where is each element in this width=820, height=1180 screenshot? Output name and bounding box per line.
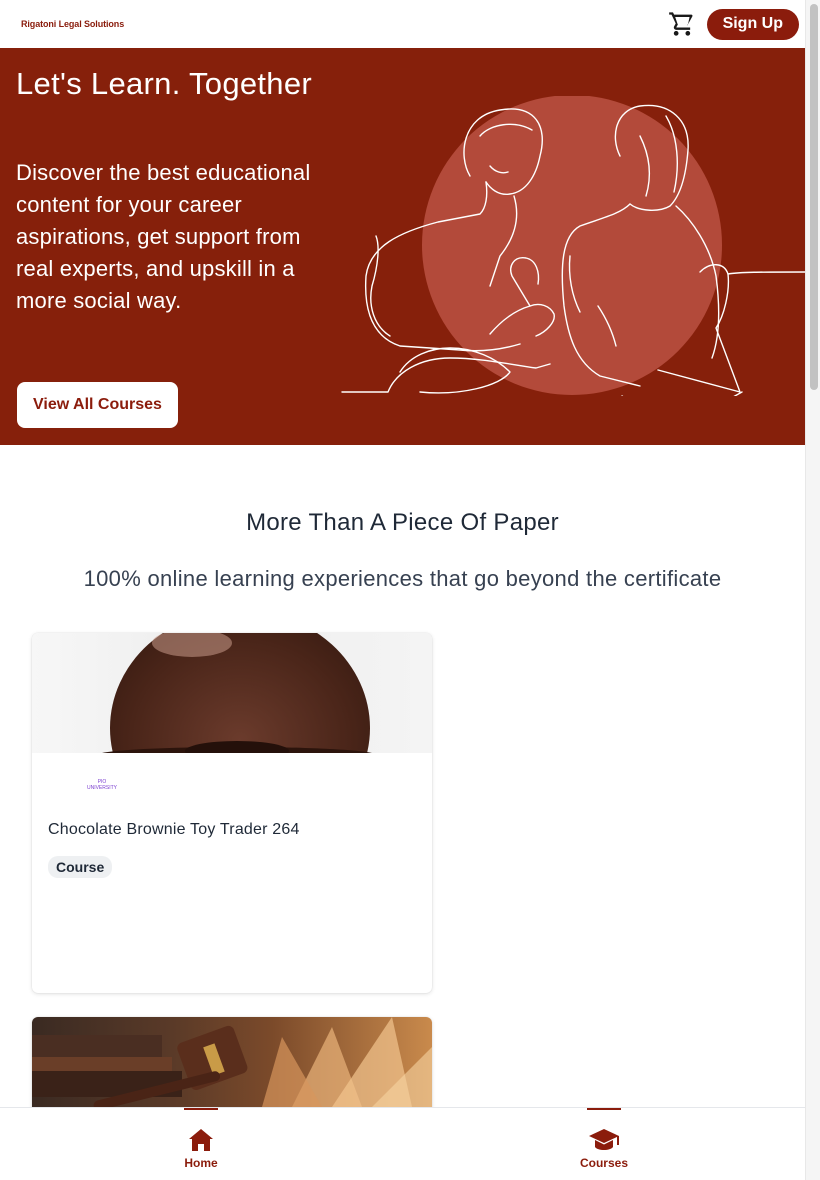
view-all-courses-button[interactable]: View All Courses: [17, 382, 178, 428]
hero-title: Let's Learn. Together: [16, 66, 313, 101]
top-header: Rigatoni Legal Solutions Sign Up: [0, 0, 805, 48]
scrollbar-thumb[interactable]: [810, 4, 818, 390]
home-icon: [185, 1126, 217, 1154]
course-type-badge: Course: [48, 856, 113, 878]
brand-logo[interactable]: Rigatoni Legal Solutions: [21, 19, 124, 29]
bottom-navigation: Home Courses: [0, 1107, 805, 1180]
hero-banner: Let's Learn. Together Discover the best …: [0, 48, 805, 445]
learners-illustration: [341, 96, 805, 396]
header-actions: Sign Up: [667, 8, 799, 40]
active-indicator: [587, 1108, 621, 1110]
provider-logo: PIO UNIVERSITY: [86, 779, 117, 791]
graduation-cap-icon: [588, 1126, 620, 1154]
brownie-illustration: [102, 633, 372, 753]
course-card[interactable]: PIO UNIVERSITY Chocolate Brownie Toy Tra…: [32, 633, 432, 993]
hero-description: Discover the best educational content fo…: [16, 160, 311, 313]
nav-label-home: Home: [184, 1156, 218, 1170]
nav-item-home[interactable]: Home: [141, 1108, 261, 1180]
page: Rigatoni Legal Solutions Sign Up Let's L…: [0, 0, 805, 1180]
course-title: Chocolate Brownie Toy Trader 264: [48, 821, 300, 838]
nav-item-courses[interactable]: Courses: [544, 1108, 664, 1180]
sign-up-button[interactable]: Sign Up: [706, 8, 799, 40]
active-indicator: [184, 1108, 218, 1110]
brownie-image: [32, 633, 432, 753]
section-title: More Than A Piece Of Paper: [246, 509, 559, 536]
brand-name: Rigatoni Legal Solutions: [21, 19, 125, 29]
nav-label-courses: Courses: [579, 1156, 629, 1170]
vertical-scrollbar[interactable]: [805, 0, 820, 1180]
shopping-cart-icon[interactable]: [667, 9, 697, 39]
section-subtitle: 100% online learning experiences that go…: [83, 566, 722, 591]
